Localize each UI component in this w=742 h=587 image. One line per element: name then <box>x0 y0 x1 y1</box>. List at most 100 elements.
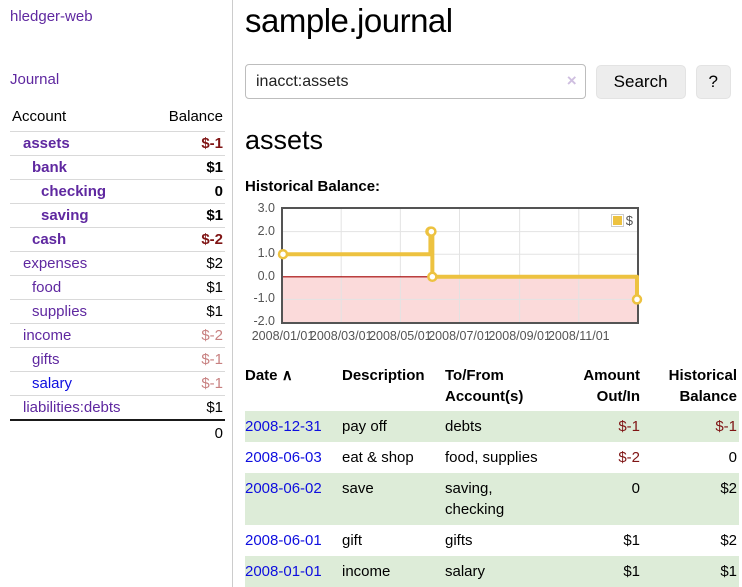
account-balance: $-1 <box>151 372 225 396</box>
transaction-amount: $1 <box>570 525 642 556</box>
clear-search-icon[interactable]: × <box>567 71 577 91</box>
app-window: hledger-web Journal Account Balance asse… <box>0 0 742 587</box>
accounts-col-balance: Balance <box>151 104 225 132</box>
transaction-date-link[interactable]: 2008-12-31 <box>245 418 322 435</box>
transaction-date-link[interactable]: 2008-01-01 <box>245 563 322 580</box>
account-row: liabilities:debts $1 <box>10 396 225 421</box>
transaction-date-link[interactable]: 2008-06-01 <box>245 532 322 549</box>
account-balance: $-2 <box>151 228 225 252</box>
account-link[interactable]: food <box>32 279 61 296</box>
account-link[interactable]: checking <box>41 183 106 200</box>
col-description: Description <box>342 363 445 411</box>
data-point-marker <box>633 295 641 303</box>
transaction-amount: $-1 <box>570 411 642 442</box>
account-link[interactable]: assets <box>23 135 70 152</box>
main-content: sample.journal × Search ? assets Histori… <box>233 0 731 587</box>
transaction-balance: 0 <box>642 442 739 473</box>
account-balance: $-1 <box>151 132 225 156</box>
x-axis-label: 2008/01/01 <box>252 329 315 343</box>
sidebar-nav: Journal <box>10 71 224 88</box>
transaction-description: eat & shop <box>342 442 445 473</box>
transaction-row: 2008-06-01giftgifts$1$2 <box>245 525 739 556</box>
x-axis-label: 2008/09/01 <box>488 329 551 343</box>
y-axis-label: 3.0 <box>245 201 275 215</box>
transaction-balance: $1 <box>642 556 739 587</box>
help-button[interactable]: ? <box>696 65 731 99</box>
transaction-balance: $2 <box>642 473 739 525</box>
transaction-accounts: gifts <box>445 525 570 556</box>
account-link[interactable]: expenses <box>23 255 87 272</box>
chart-plot-area[interactable]: $ <box>281 207 639 324</box>
transactions-table: Date ∧ Description To/From Account(s) Am… <box>245 363 739 587</box>
transaction-row: 2008-12-31pay offdebts$-1$-1 <box>245 411 739 442</box>
y-axis-label: 1.0 <box>245 246 275 260</box>
chart-canvas <box>283 209 637 322</box>
accounts-col-account: Account <box>10 104 151 132</box>
account-link[interactable]: gifts <box>32 351 60 368</box>
legend-swatch-icon <box>611 214 624 227</box>
account-row: bank $1 <box>10 156 225 180</box>
account-row: assets $-1 <box>10 132 225 156</box>
account-row: supplies $1 <box>10 300 225 324</box>
account-link[interactable]: saving <box>41 207 89 224</box>
col-balance: Historical Balance <box>642 363 739 411</box>
account-heading: assets <box>245 125 731 156</box>
sidebar: hledger-web Journal Account Balance asse… <box>0 0 233 587</box>
transaction-date-link[interactable]: 2008-06-02 <box>245 480 322 497</box>
historical-balance-chart: $ 3.02.01.00.0-1.0-2.0 2008/01/012008/03… <box>245 205 645 347</box>
x-axis-label: 2008/05/01 <box>369 329 432 343</box>
account-balance: $1 <box>151 300 225 324</box>
x-axis-label: 2008/03/01 <box>310 329 373 343</box>
transaction-accounts: saving, checking <box>445 473 570 525</box>
legend-label: $ <box>626 213 633 228</box>
accounts-total-value: 0 <box>151 420 225 446</box>
transaction-accounts: food, supplies <box>445 442 570 473</box>
sort-ascending-icon: ∧ <box>282 367 293 384</box>
accounts-table: Account Balance assets $-1 bank $1 checking 0… <box>10 104 225 446</box>
account-link[interactable]: bank <box>32 159 67 176</box>
transaction-description: save <box>342 473 445 525</box>
account-link[interactable]: cash <box>32 231 66 248</box>
transaction-row: 2008-06-02 savesaving, checking0$2 <box>245 473 739 525</box>
account-balance: $2 <box>151 252 225 276</box>
col-date[interactable]: Date ∧ <box>245 363 342 411</box>
transaction-row: 2008-06-03 eat & shopfood, supplies$-20 <box>245 442 739 473</box>
account-row: expenses $2 <box>10 252 225 276</box>
sidebar-item-journal[interactable]: Journal <box>10 71 59 88</box>
data-point-marker <box>279 250 287 258</box>
account-balance: $1 <box>151 276 225 300</box>
account-balance: 0 <box>151 180 225 204</box>
transaction-amount: 0 <box>570 473 642 525</box>
transaction-accounts: debts <box>445 411 570 442</box>
account-balance: $1 <box>151 156 225 180</box>
account-link[interactable]: income <box>23 327 71 344</box>
account-row: checking 0 <box>10 180 225 204</box>
brand-link[interactable]: hledger-web <box>10 8 93 25</box>
account-row: salary $-1 <box>10 372 225 396</box>
account-link[interactable]: supplies <box>32 303 87 320</box>
transaction-date-link[interactable]: 2008-06-03 <box>245 449 322 466</box>
transaction-amount: $1 <box>570 556 642 587</box>
search-button[interactable]: Search <box>596 65 686 99</box>
transaction-row: 2008-01-01incomesalary$1$1 <box>245 556 739 587</box>
accounts-total-row: 0 <box>10 420 225 446</box>
transaction-amount: $-2 <box>570 442 642 473</box>
account-balance: $-1 <box>151 348 225 372</box>
account-balance: $1 <box>151 396 225 421</box>
x-axis-label: 2008/11/01 <box>548 329 610 343</box>
y-axis-label: -2.0 <box>245 314 275 328</box>
account-row: saving $1 <box>10 204 225 228</box>
data-point-marker <box>427 228 435 236</box>
account-link[interactable]: liabilities:debts <box>23 399 121 416</box>
account-balance: $-2 <box>151 324 225 348</box>
accounts-header-row: Account Balance <box>10 104 225 132</box>
account-row: gifts $-1 <box>10 348 225 372</box>
search-input[interactable] <box>245 64 586 99</box>
transaction-accounts: salary <box>445 556 570 587</box>
account-link[interactable]: salary <box>32 375 72 392</box>
transaction-balance: $2 <box>642 525 739 556</box>
account-balance: $1 <box>151 204 225 228</box>
account-row: income $-2 <box>10 324 225 348</box>
brand: hledger-web <box>10 8 224 25</box>
account-row: cash $-2 <box>10 228 225 252</box>
